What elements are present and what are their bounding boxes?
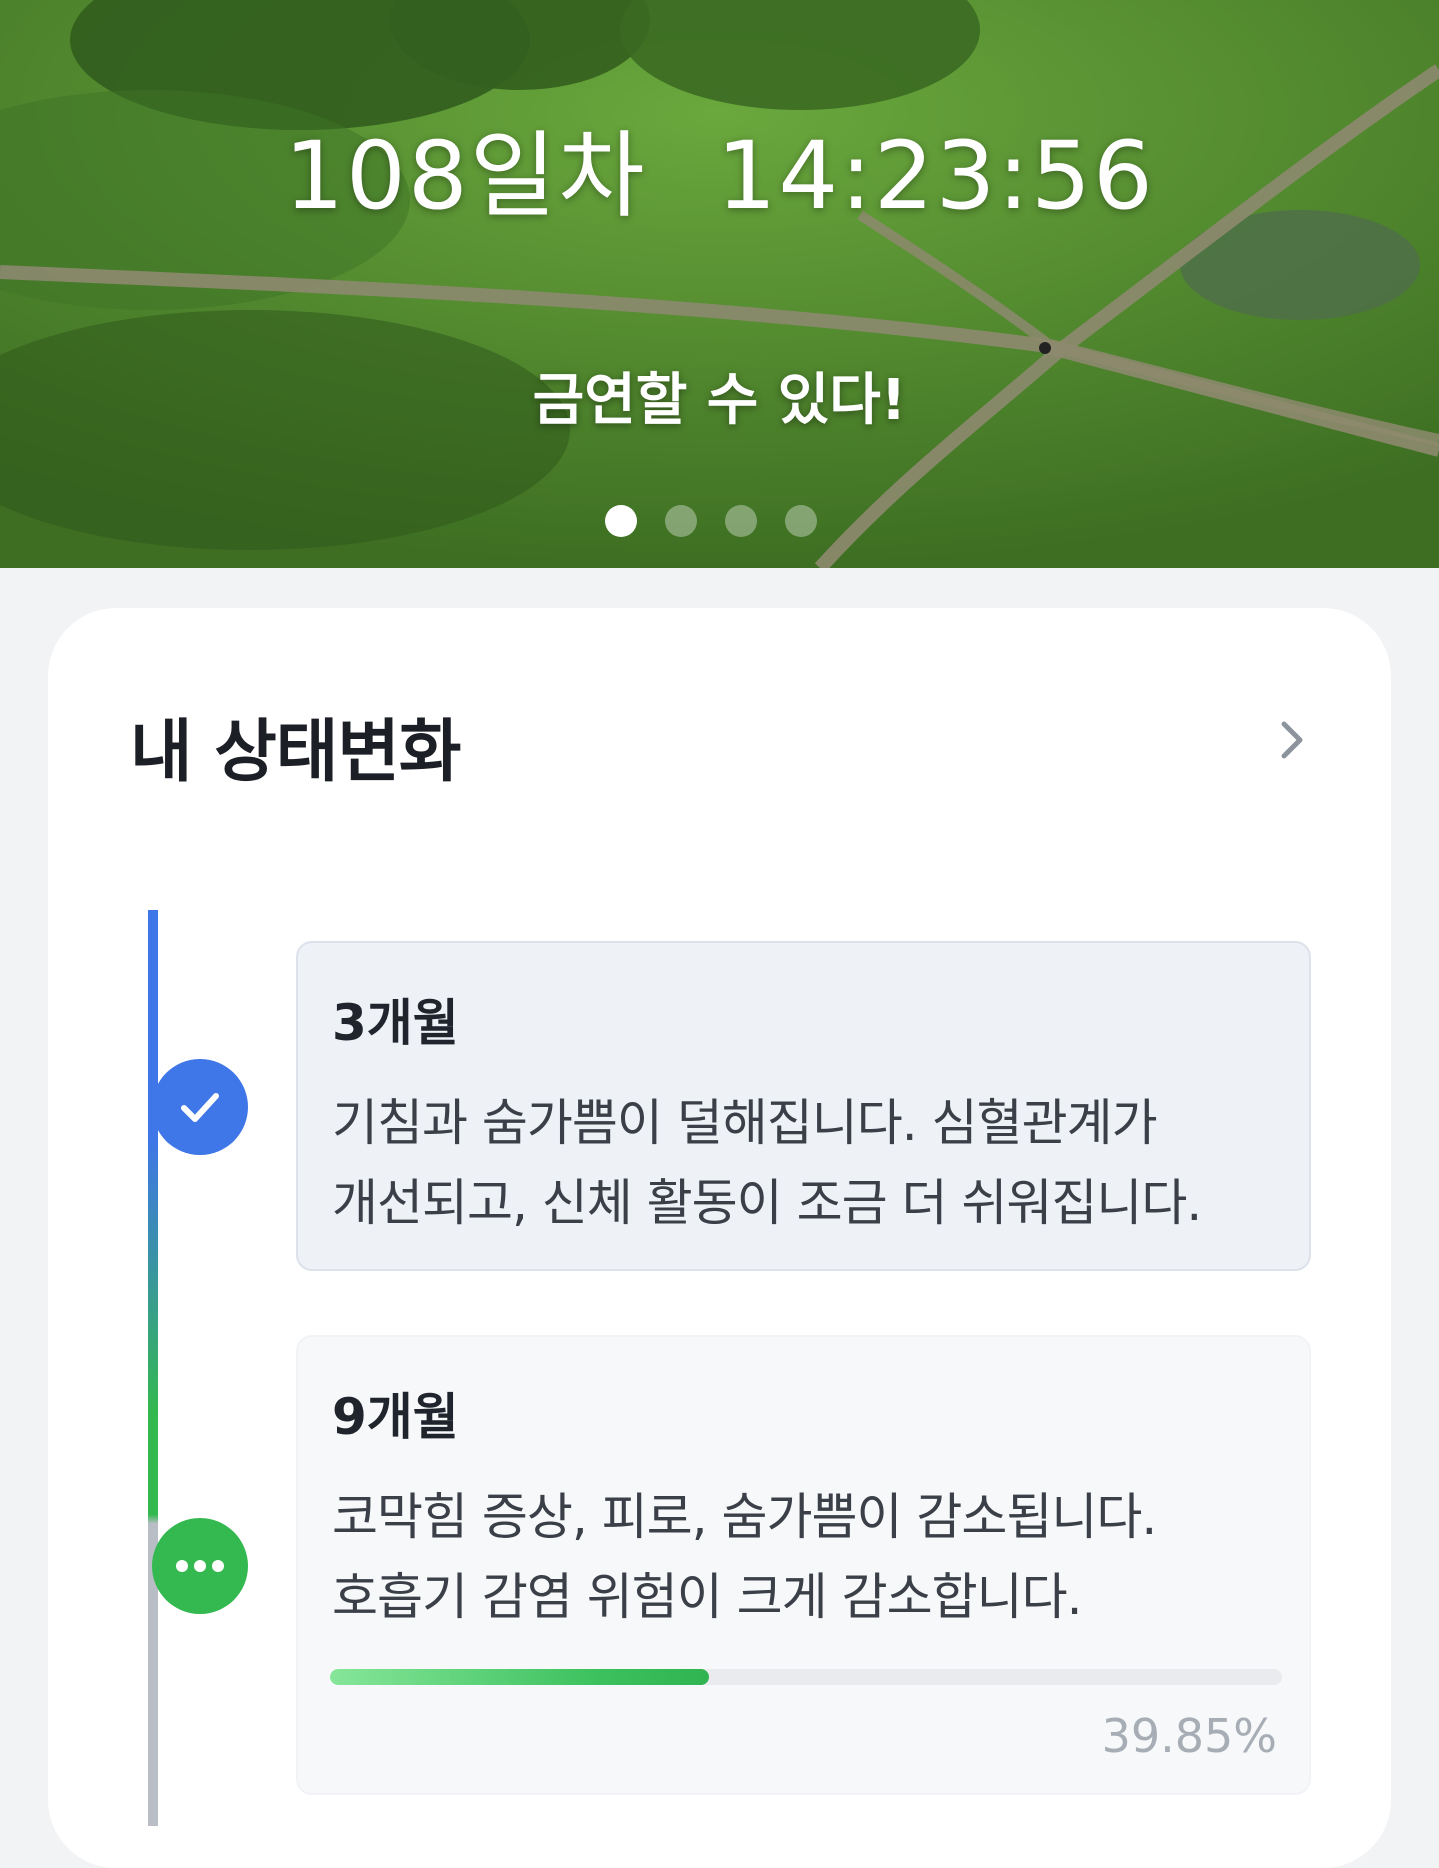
milestone-period: 9개월 [332, 1388, 459, 1446]
park-background-image [0, 0, 1439, 568]
milestone-period: 3개월 [332, 994, 459, 1052]
more-dots-icon [176, 1560, 224, 1572]
milestone-3-months[interactable]: 3개월 기침과 숨가쁨이 덜해집니다. 심혈관계가 개선되고, 신체 활동이 조… [296, 941, 1311, 1271]
milestone-progress-bar [330, 1669, 1282, 1685]
quit-elapsed-time: 108일차 14:23:56 [0, 100, 1439, 236]
elapsed-days: 108일차 [284, 122, 647, 231]
milestone-progress-percent: 39.85% [1101, 1709, 1277, 1763]
card-title: 내 상태변화 [130, 713, 461, 792]
milestone-description-line: 기침과 숨가쁨이 덜해집니다. 심혈관계가 [332, 1094, 1158, 1152]
milestone-9-months[interactable]: 9개월 코막힘 증상, 피로, 숨가쁨이 감소됩니다. 호흡기 감염 위험이 크… [296, 1335, 1311, 1795]
milestone-description: 코막힘 증상, 피로, 숨가쁨이 감소됩니다. 호흡기 감염 위험이 크게 감소… [332, 1477, 1275, 1637]
carousel-dot-3[interactable] [724, 505, 757, 537]
carousel-dot-2[interactable] [664, 505, 697, 537]
milestone-progress-marker [152, 1518, 248, 1614]
milestone-completed-marker [152, 1059, 248, 1155]
milestone-description-line: 호흡기 감염 위험이 크게 감소합니다. [332, 1568, 1082, 1626]
elapsed-clock: 14:23:56 [716, 122, 1155, 231]
timeline-line [148, 910, 158, 1826]
milestone-description: 기침과 숨가쁨이 덜해집니다. 심혈관계가 개선되고, 신체 활동이 조금 더 … [332, 1083, 1275, 1243]
carousel-dot-4[interactable] [784, 505, 817, 537]
milestone-description-line: 개선되고, 신체 활동이 조금 더 쉬워집니다. [332, 1174, 1202, 1232]
carousel-indicator [0, 505, 1430, 537]
milestone-description-line: 코막힘 증상, 피로, 숨가쁨이 감소됩니다. [332, 1488, 1157, 1546]
hero-banner[interactable]: 108일차 14:23:56 금연할 수 있다! [0, 0, 1439, 568]
carousel-dot-1[interactable] [604, 505, 637, 537]
motivation-slogan: 금연할 수 있다! [532, 368, 907, 433]
chevron-right-icon[interactable] [1268, 716, 1316, 764]
milestone-progress-fill [330, 1669, 710, 1685]
check-icon [181, 1093, 219, 1122]
